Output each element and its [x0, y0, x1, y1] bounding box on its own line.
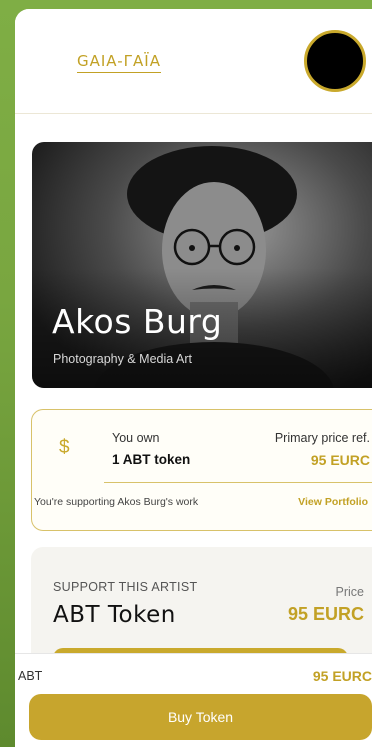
price-label: Price [335, 585, 364, 599]
background-edge [0, 0, 15, 747]
app-header: GAIA-ΓAÏA [15, 9, 372, 114]
bar-token-symbol: ABT [18, 669, 43, 683]
purchase-bar: ABT 95 EURC Buy Token [15, 653, 372, 747]
buy-token-button[interactable]: Buy Token [29, 694, 372, 740]
token-name: ABT Token [53, 602, 176, 628]
dollar-icon: $ [59, 437, 70, 458]
artist-hero-image: Akos Burg Photography & Media Art [32, 142, 372, 388]
bar-price: 95 EURC [312, 668, 372, 684]
supporting-text: You're supporting Akos Burg's work [34, 496, 199, 508]
price-ref-label: Primary price ref. [274, 431, 370, 445]
price-ref-value: 95 EURC [310, 452, 370, 468]
ownership-card: $ You own 1 ABT token Primary price ref.… [31, 409, 372, 531]
card-divider [104, 482, 372, 483]
token-price: 95 EURC [287, 604, 364, 624]
brand-logo[interactable]: GAIA-ΓAÏA [77, 52, 161, 73]
artist-discipline: Photography & Media Art [53, 352, 192, 366]
artist-name: Akos Burg [52, 302, 223, 341]
app-screen: GAIA-ΓAÏA Akos Burg Photography & Media … [15, 9, 372, 747]
owned-token-count: 1 ABT token [112, 452, 191, 467]
support-title: SUPPORT THIS ARTIST [53, 580, 198, 594]
own-label: You own [112, 431, 160, 445]
profile-avatar[interactable] [304, 30, 366, 92]
view-portfolio-link[interactable]: View Portfolio [298, 496, 368, 508]
